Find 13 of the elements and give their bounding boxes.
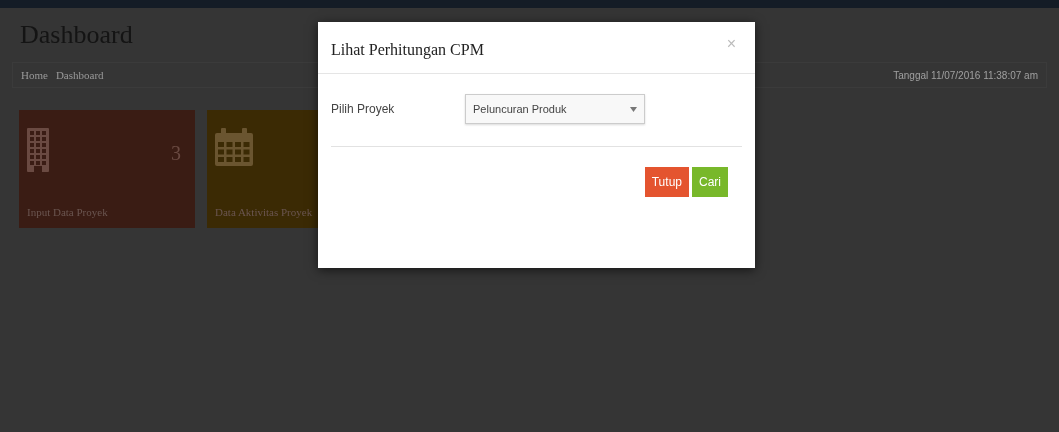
dialog-button[interactable]: Cari [692,167,728,197]
breadcrumb-link[interactable]: Home [21,66,48,84]
project-select[interactable]: Peluncuran Produk [465,94,645,124]
caret-icon [630,106,637,112]
modal-title: Lihat Perhitungan CPM [331,40,484,61]
date-text: Tanggal 11/07/2016 11:38:07 am [893,68,1038,83]
building-icon [27,128,49,172]
close-button[interactable]: × [726,36,736,52]
breadcrumb-link[interactable]: Dashboard [55,66,104,84]
calendar-icon [215,128,253,166]
tile-label: Data Aktivitas Proyek [215,204,313,220]
dialog-button[interactable]: Tutup [644,167,689,197]
tile-label: Input Data Proyek [27,204,108,220]
